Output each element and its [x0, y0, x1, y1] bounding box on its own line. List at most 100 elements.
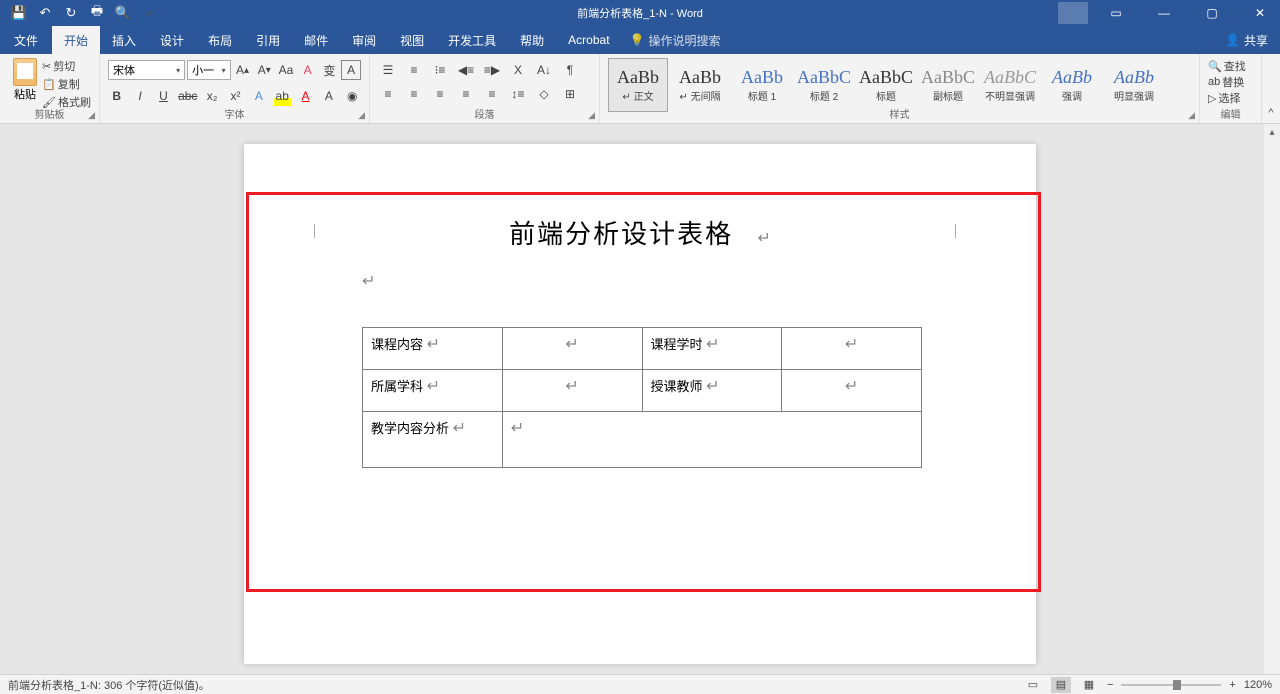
- style-item[interactable]: AaBb强调: [1042, 58, 1102, 112]
- change-case-button[interactable]: Aa: [276, 60, 296, 80]
- vertical-scrollbar[interactable]: ▴ ▾: [1264, 124, 1280, 693]
- tab-acrobat[interactable]: Acrobat: [556, 26, 621, 54]
- paste-button[interactable]: 粘贴: [8, 58, 42, 108]
- undo-icon[interactable]: ↶: [38, 6, 52, 20]
- clipboard-launcher-icon[interactable]: ◢: [88, 110, 95, 121]
- page-content[interactable]: 前端分析设计表格 ↵ ↵ 课程内容 ↵ ↵ 课程学时 ↵ ↵ 所属学科 ↵ ↵ …: [320, 214, 960, 468]
- tab-mailings[interactable]: 邮件: [292, 26, 340, 54]
- text-effects-button[interactable]: A: [250, 86, 267, 106]
- style-item[interactable]: AaBbC副标题: [918, 58, 978, 112]
- table-cell[interactable]: ↵: [502, 328, 642, 370]
- zoom-in-button[interactable]: +: [1229, 679, 1235, 691]
- close-icon[interactable]: ✕: [1240, 0, 1280, 26]
- copy-button[interactable]: 📋复制: [42, 76, 91, 92]
- distribute-button[interactable]: ≡: [482, 84, 502, 104]
- maximize-icon[interactable]: ▢: [1192, 0, 1232, 26]
- sort-button[interactable]: A↓: [534, 60, 554, 80]
- justify-button[interactable]: ≡: [456, 84, 476, 104]
- find-button[interactable]: 🔍查找: [1208, 58, 1253, 74]
- preview-icon[interactable]: 🔍: [116, 6, 130, 20]
- table-cell[interactable]: 教学内容分析 ↵: [363, 412, 503, 468]
- tab-home[interactable]: 开始: [52, 26, 100, 54]
- shrink-font-button[interactable]: A▾: [254, 60, 274, 80]
- document-area[interactable]: 前端分析设计表格 ↵ ↵ 课程内容 ↵ ↵ 课程学时 ↵ ↵ 所属学科 ↵ ↵ …: [0, 124, 1280, 693]
- status-text[interactable]: 前端分析表格_1-N: 306 个字符(近似值)。: [8, 677, 210, 693]
- char-shading-button[interactable]: A: [320, 86, 337, 106]
- style-item[interactable]: AaBb标题 1: [732, 58, 792, 112]
- qat-customize-icon[interactable]: ▾: [142, 6, 156, 20]
- tab-layout[interactable]: 布局: [196, 26, 244, 54]
- borders-button[interactable]: ⊞: [560, 84, 580, 104]
- replace-button[interactable]: ab替换: [1208, 74, 1253, 90]
- strikethrough-button[interactable]: abc: [178, 86, 197, 106]
- tab-developer[interactable]: 开发工具: [436, 26, 508, 54]
- enclose-char-button[interactable]: ◉: [344, 86, 361, 106]
- grow-font-button[interactable]: A▴: [233, 60, 253, 80]
- tab-references[interactable]: 引用: [244, 26, 292, 54]
- font-name-combo[interactable]: 宋体▾: [108, 60, 185, 80]
- table-cell[interactable]: 所属学科 ↵: [363, 370, 503, 412]
- scroll-up-icon[interactable]: ▴: [1264, 124, 1280, 140]
- table-cell[interactable]: 课程学时 ↵: [642, 328, 782, 370]
- table-cell[interactable]: ↵: [502, 370, 642, 412]
- cut-button[interactable]: ✂剪切: [42, 58, 91, 74]
- style-item[interactable]: AaBb↵ 无间隔: [670, 58, 730, 112]
- line-spacing-button[interactable]: ↕≡: [508, 84, 528, 104]
- tab-view[interactable]: 视图: [388, 26, 436, 54]
- tab-file[interactable]: 文件: [0, 26, 52, 54]
- print-layout-icon[interactable]: ▤: [1051, 677, 1071, 693]
- tell-me-search[interactable]: 💡 操作说明搜索: [630, 32, 721, 49]
- tab-review[interactable]: 审阅: [340, 26, 388, 54]
- minimize-icon[interactable]: —: [1144, 0, 1184, 26]
- align-right-button[interactable]: ≡: [430, 84, 450, 104]
- font-color-button[interactable]: A: [297, 86, 314, 106]
- superscript-button[interactable]: x²: [227, 86, 244, 106]
- bold-button[interactable]: B: [108, 86, 125, 106]
- style-item[interactable]: AaBb明显强调: [1104, 58, 1164, 112]
- table-cell[interactable]: 授课教师 ↵: [642, 370, 782, 412]
- web-layout-icon[interactable]: ▦: [1079, 677, 1099, 693]
- tab-design[interactable]: 设计: [148, 26, 196, 54]
- tab-insert[interactable]: 插入: [100, 26, 148, 54]
- subscript-button[interactable]: x₂: [203, 86, 220, 106]
- font-size-combo[interactable]: 小一▾: [187, 60, 231, 80]
- numbering-button[interactable]: ≡: [404, 60, 424, 80]
- char-border-button[interactable]: A: [341, 60, 361, 80]
- style-item[interactable]: AaBbC标题 2: [794, 58, 854, 112]
- redo-icon[interactable]: ↻: [64, 6, 78, 20]
- align-center-button[interactable]: ≡: [404, 84, 424, 104]
- show-marks-button[interactable]: ¶: [560, 60, 580, 80]
- read-mode-icon[interactable]: ▭: [1023, 677, 1043, 693]
- table-cell[interactable]: 课程内容 ↵: [363, 328, 503, 370]
- italic-button[interactable]: I: [131, 86, 148, 106]
- align-left-button[interactable]: ≡: [378, 84, 398, 104]
- increase-indent-button[interactable]: ≡▶: [482, 60, 502, 80]
- styles-launcher-icon[interactable]: ◢: [1188, 110, 1195, 121]
- style-item[interactable]: AaBb↵ 正文: [608, 58, 668, 112]
- document-table[interactable]: 课程内容 ↵ ↵ 课程学时 ↵ ↵ 所属学科 ↵ ↵ 授课教师 ↵ ↵ 教学内容…: [362, 327, 922, 468]
- font-launcher-icon[interactable]: ◢: [358, 110, 365, 121]
- table-cell[interactable]: ↵: [502, 412, 921, 468]
- highlight-button[interactable]: ab: [274, 86, 291, 106]
- collapse-ribbon-icon[interactable]: ^: [1268, 107, 1273, 119]
- paragraph-launcher-icon[interactable]: ◢: [588, 110, 595, 121]
- underline-button[interactable]: U: [155, 86, 172, 106]
- table-cell[interactable]: ↵: [782, 328, 922, 370]
- table-cell[interactable]: ↵: [782, 370, 922, 412]
- asian-layout-button[interactable]: X: [508, 60, 528, 80]
- decrease-indent-button[interactable]: ◀≡: [456, 60, 476, 80]
- account-avatar[interactable]: [1058, 2, 1088, 24]
- shading-button[interactable]: ◇: [534, 84, 554, 104]
- share-button[interactable]: 👤 共享: [1225, 32, 1268, 49]
- save-icon[interactable]: 💾: [12, 6, 26, 20]
- tab-help[interactable]: 帮助: [508, 26, 556, 54]
- style-item[interactable]: AaBbC标题: [856, 58, 916, 112]
- multilevel-button[interactable]: ⁝≡: [430, 60, 450, 80]
- print-icon[interactable]: 🖶: [90, 6, 104, 20]
- styles-gallery[interactable]: AaBb↵ 正文AaBb↵ 无间隔AaBb标题 1AaBbC标题 2AaBbC标…: [608, 58, 1191, 112]
- zoom-value[interactable]: 120%: [1244, 679, 1272, 691]
- select-button[interactable]: ▷选择: [1208, 90, 1253, 106]
- phonetic-guide-button[interactable]: 变: [320, 60, 340, 80]
- zoom-slider[interactable]: [1121, 684, 1221, 686]
- ribbon-options-icon[interactable]: ▭: [1096, 0, 1136, 26]
